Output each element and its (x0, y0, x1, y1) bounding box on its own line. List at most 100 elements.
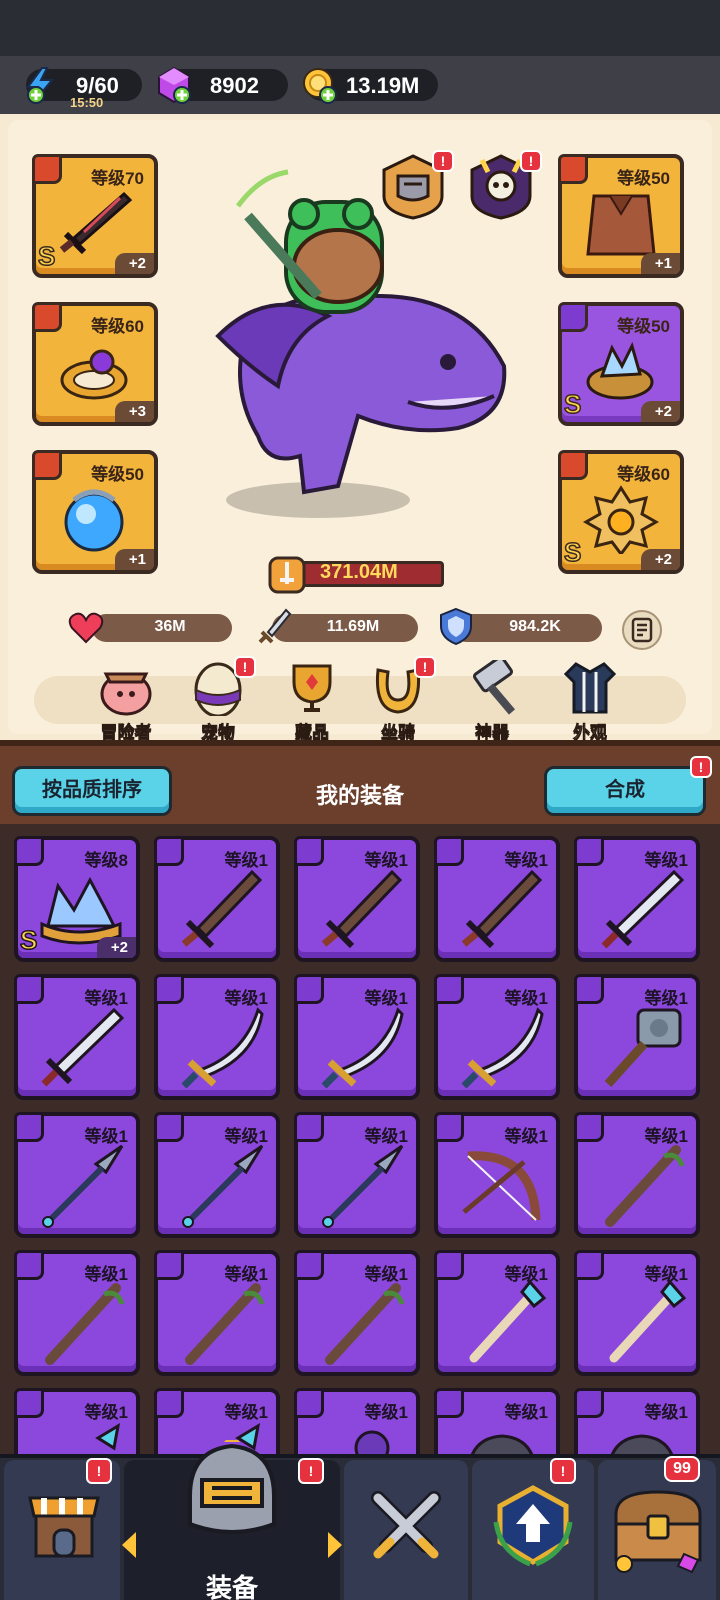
item-level: 等级1 (224, 851, 268, 870)
scimitar-icon (321, 1007, 404, 1089)
item-level: 等级1 (504, 1127, 548, 1146)
item-level: 等级1 (644, 851, 688, 870)
adventurer-icon (100, 672, 152, 716)
inventory-item[interactable]: 等级1 (294, 1388, 420, 1454)
tab-shop[interactable]: ! (4, 1458, 120, 1600)
gem-counter[interactable]: 8902 (158, 66, 288, 104)
item-level: 等级1 (84, 1127, 128, 1146)
leather-armor-icon (586, 194, 656, 256)
staff-icon (605, 1145, 685, 1227)
upgrade-arrow-icon (493, 1485, 573, 1567)
equip-slot-weapon[interactable]: 等级70 S +2 (32, 154, 158, 278)
inventory-item[interactable]: 等级1 (434, 974, 560, 1100)
bow-icon (462, 1151, 541, 1221)
gem-icon (158, 66, 191, 104)
status-bar (0, 0, 720, 56)
inventory-item[interactable]: 等级1 (434, 1388, 560, 1454)
tab-equipment-label: 装备 (205, 1573, 258, 1600)
staff-icon (45, 1283, 125, 1365)
inventory-item[interactable]: 等级8 S +2 (14, 836, 140, 962)
wand-icon (609, 1280, 687, 1363)
equip-slot-ring2[interactable]: 等级50 S +2 (558, 302, 684, 426)
necklace-type-icon (32, 450, 62, 480)
item-level: 等级1 (504, 1403, 548, 1422)
treasure-chest-icon (614, 1490, 702, 1574)
chevron-right-icon (328, 1532, 342, 1558)
alert-badge: ! (234, 656, 256, 678)
inventory-item[interactable]: 等级1 (294, 836, 420, 962)
equip-slot-armor[interactable]: 等级50 +1 (558, 154, 684, 278)
item-type-icon (434, 836, 464, 866)
tab-upgrade[interactable]: ! (472, 1458, 594, 1600)
item-level: 等级1 (364, 989, 408, 1008)
inventory-item[interactable]: 等级1 (434, 836, 560, 962)
gold-ring-icon (60, 349, 128, 400)
spear-icon (182, 1144, 264, 1228)
equip-slot-orb[interactable]: 等级50 +1 (32, 450, 158, 574)
tab-battle[interactable] (344, 1460, 468, 1600)
item-level: 等级1 (364, 1403, 408, 1422)
gem-value: 8902 (210, 73, 259, 98)
item-level: 等级1 (644, 1403, 688, 1422)
inventory-item[interactable]: 等级1 (574, 974, 700, 1100)
item-type-icon (14, 1250, 44, 1280)
gold-counter[interactable]: 13.19M (303, 68, 438, 104)
item-type-icon (294, 974, 324, 1004)
tab-chest[interactable]: 99 (598, 1456, 716, 1600)
inventory-item[interactable]: 等级1 (14, 1112, 140, 1238)
alert-badge: ! (86, 1458, 112, 1484)
dark-sword-icon (59, 191, 133, 255)
helm-icon (610, 1434, 674, 1454)
helmet-icon (188, 1440, 276, 1534)
item-type-icon (14, 1388, 44, 1418)
equip-slot-amulet[interactable]: 等级60 S +2 (558, 450, 684, 574)
crossed-swords-icon (371, 1491, 441, 1559)
inventory-item[interactable]: 等级1 (14, 974, 140, 1100)
alert-badge: ! (298, 1458, 324, 1484)
item-type-icon (574, 974, 604, 1004)
upgrade-plus: +1 (114, 549, 154, 570)
gold-coin-icon (303, 68, 337, 104)
merge-alert-badge: ! (690, 756, 712, 778)
inventory-item[interactable]: 等级1 (574, 1112, 700, 1238)
inventory-item[interactable]: 等级1 (294, 1250, 420, 1376)
inventory-item[interactable]: 等级1 (574, 836, 700, 962)
slot-level: 等级60 (617, 465, 670, 484)
inventory-item[interactable]: 等级1 (574, 1388, 700, 1454)
inventory-item[interactable]: 等级1 (434, 1250, 560, 1376)
item-level: 等级1 (364, 851, 408, 870)
power-sword-icon (268, 556, 306, 594)
blue-icon (95, 1423, 121, 1451)
chevron-left-icon (122, 1532, 136, 1558)
outfit-icon (563, 662, 617, 714)
inventory-item[interactable]: 等级1 (574, 1250, 700, 1376)
merge-button[interactable]: 合成 (544, 766, 706, 816)
item-type-icon (14, 974, 44, 1004)
inventory-item[interactable]: 等级1 (154, 1112, 280, 1238)
necklace-type-icon (558, 450, 588, 480)
sword-icon (258, 608, 292, 644)
inventory-item[interactable]: 等级1 (294, 1112, 420, 1238)
item-type-icon (574, 1388, 604, 1418)
inventory-item[interactable]: 等级1 (294, 974, 420, 1100)
chest-count-badge: 99 (664, 1456, 700, 1482)
upgrade-plus: +2 (114, 253, 154, 274)
hp-stat: 36M (92, 614, 232, 642)
inventory-item[interactable]: 等级1 (154, 836, 280, 962)
item-type-icon (294, 1250, 324, 1280)
stats-detail-button[interactable] (622, 610, 662, 650)
tab-equipment[interactable]: ! 装备 (122, 1440, 342, 1600)
slot-level: 等级60 (91, 317, 144, 336)
inventory-item[interactable]: 等级1 (434, 1112, 560, 1238)
upgrade-plus: +1 (640, 253, 680, 274)
item-level: 等级1 (84, 1403, 128, 1422)
inventory-item[interactable]: 等级1 (154, 1250, 280, 1376)
inventory-item[interactable]: 等级1 (154, 974, 280, 1100)
crystal-ring-icon (586, 341, 654, 400)
equip-slot-ring[interactable]: 等级60 +3 (32, 302, 158, 426)
rank-badge: S (563, 388, 582, 420)
alert-badge: ! (520, 150, 542, 172)
inventory-item[interactable]: 等级1 (14, 1388, 140, 1454)
inventory-item[interactable]: 等级1 (14, 1250, 140, 1376)
slot-level: 等级70 (91, 169, 144, 188)
